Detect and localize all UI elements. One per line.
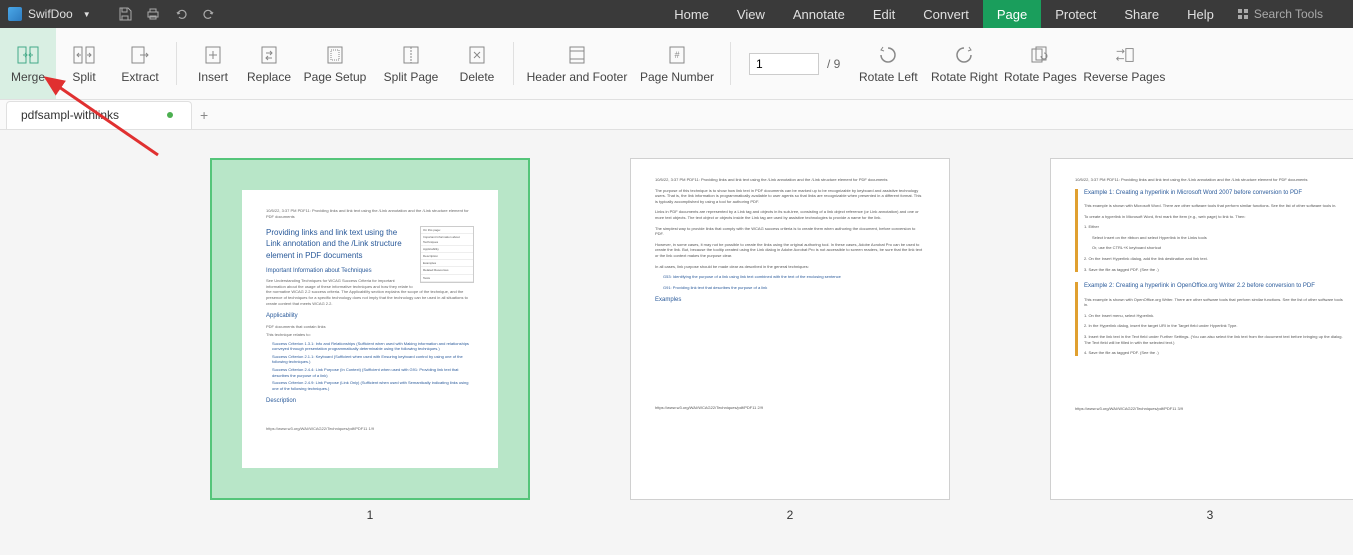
page-number-label: Page Number: [640, 70, 714, 84]
extract-label: Extract: [121, 70, 158, 84]
page-total: / 9: [827, 57, 840, 71]
header-footer-button[interactable]: Header and Footer: [522, 28, 632, 99]
grid-icon: [1238, 9, 1248, 19]
reverse-pages-icon: [1113, 44, 1135, 66]
menu-convert[interactable]: Convert: [909, 0, 983, 28]
page-number-button[interactable]: # Page Number: [632, 28, 722, 99]
page-thumbnail-3[interactable]: 10/5/22, 3:37 PM PDF11: Providing links …: [1050, 158, 1353, 500]
menu-help[interactable]: Help: [1173, 0, 1228, 28]
search-placeholder: Search Tools: [1254, 7, 1323, 21]
app-logo-icon: [8, 7, 22, 21]
rotate-left-button[interactable]: Rotate Left: [850, 28, 926, 99]
merge-button[interactable]: Merge: [0, 28, 56, 99]
title-bar: SwifDoo ▼ Home View Annotate Edit Conver…: [0, 0, 1353, 28]
split-label: Split: [72, 70, 95, 84]
menu-edit[interactable]: Edit: [859, 0, 909, 28]
insert-label: Insert: [198, 70, 228, 84]
page-setup-icon: [324, 44, 346, 66]
menu-annotate[interactable]: Annotate: [779, 0, 859, 28]
rotate-pages-button[interactable]: Rotate Pages: [1002, 28, 1078, 99]
add-tab-button[interactable]: +: [192, 107, 216, 123]
thumb-wrap-3: 10/5/22, 3:37 PM PDF11: Providing links …: [1050, 158, 1353, 522]
redo-icon[interactable]: [195, 0, 223, 28]
rotate-right-button[interactable]: Rotate Right: [926, 28, 1002, 99]
page-thumbnails: 10/5/22, 3:37 PM PDF11: Providing links …: [0, 130, 1353, 550]
header-footer-icon: [566, 44, 588, 66]
replace-button[interactable]: Replace: [241, 28, 297, 99]
merge-icon: [17, 44, 39, 66]
document-tabs: pdfsampl-withlinks +: [0, 100, 1353, 130]
split-icon: [73, 44, 95, 66]
extract-button[interactable]: Extract: [112, 28, 168, 99]
tab-label: pdfsampl-withlinks: [21, 108, 119, 122]
app-name-label: SwifDoo: [28, 7, 73, 21]
reverse-pages-label: Reverse Pages: [1083, 70, 1165, 84]
split-page-button[interactable]: Split Page: [373, 28, 449, 99]
rotate-right-icon: [953, 44, 975, 66]
rotate-pages-icon: [1029, 44, 1051, 66]
search-tools[interactable]: Search Tools: [1228, 0, 1353, 28]
toolbar: Merge Split Extract Insert Replace Page …: [0, 28, 1353, 100]
page-number-3: 3: [1207, 508, 1214, 522]
page-input[interactable]: [749, 53, 819, 75]
insert-icon: [202, 44, 224, 66]
app-name: SwifDoo ▼: [0, 7, 99, 21]
save-icon[interactable]: [111, 0, 139, 28]
menu-protect[interactable]: Protect: [1041, 0, 1110, 28]
page-setup-button[interactable]: Page Setup: [297, 28, 373, 99]
thumb-wrap-2: 10/5/22, 3:37 PM PDF11: Providing links …: [630, 158, 950, 522]
undo-icon[interactable]: [167, 0, 195, 28]
rotate-right-label: Rotate Right: [931, 70, 998, 84]
menu-page[interactable]: Page: [983, 0, 1041, 28]
delete-icon: [466, 44, 488, 66]
rotate-pages-label: Rotate Pages: [1004, 70, 1077, 84]
svg-text:#: #: [674, 50, 679, 60]
app-dropdown-icon[interactable]: ▼: [83, 10, 91, 19]
page-thumbnail-2[interactable]: 10/5/22, 3:37 PM PDF11: Providing links …: [630, 158, 950, 500]
page-thumbnail-1[interactable]: 10/5/22, 3:37 PM PDF11: Providing links …: [210, 158, 530, 500]
header-footer-label: Header and Footer: [527, 70, 628, 84]
reverse-pages-button[interactable]: Reverse Pages: [1078, 28, 1170, 99]
page-number-1: 1: [367, 508, 374, 522]
merge-label: Merge: [11, 70, 45, 84]
split-button[interactable]: Split: [56, 28, 112, 99]
extract-icon: [129, 44, 151, 66]
print-icon[interactable]: [139, 0, 167, 28]
page-setup-label: Page Setup: [304, 70, 367, 84]
rotate-left-icon: [877, 44, 899, 66]
document-tab[interactable]: pdfsampl-withlinks: [6, 101, 192, 129]
split-page-label: Split Page: [384, 70, 439, 84]
menu-view[interactable]: View: [723, 0, 779, 28]
replace-icon: [258, 44, 280, 66]
page-control: / 9: [739, 28, 850, 99]
menu-share[interactable]: Share: [1110, 0, 1173, 28]
split-page-icon: [400, 44, 422, 66]
main-menu: Home View Annotate Edit Convert Page Pro…: [660, 0, 1353, 28]
thumb-wrap-1: 10/5/22, 3:37 PM PDF11: Providing links …: [210, 158, 530, 522]
rotate-left-label: Rotate Left: [859, 70, 918, 84]
page-number-2: 2: [787, 508, 794, 522]
unsaved-dot-icon: [167, 112, 173, 118]
menu-home[interactable]: Home: [660, 0, 723, 28]
page-number-icon: #: [666, 44, 688, 66]
delete-button[interactable]: Delete: [449, 28, 505, 99]
delete-label: Delete: [460, 70, 495, 84]
insert-button[interactable]: Insert: [185, 28, 241, 99]
replace-label: Replace: [247, 70, 291, 84]
